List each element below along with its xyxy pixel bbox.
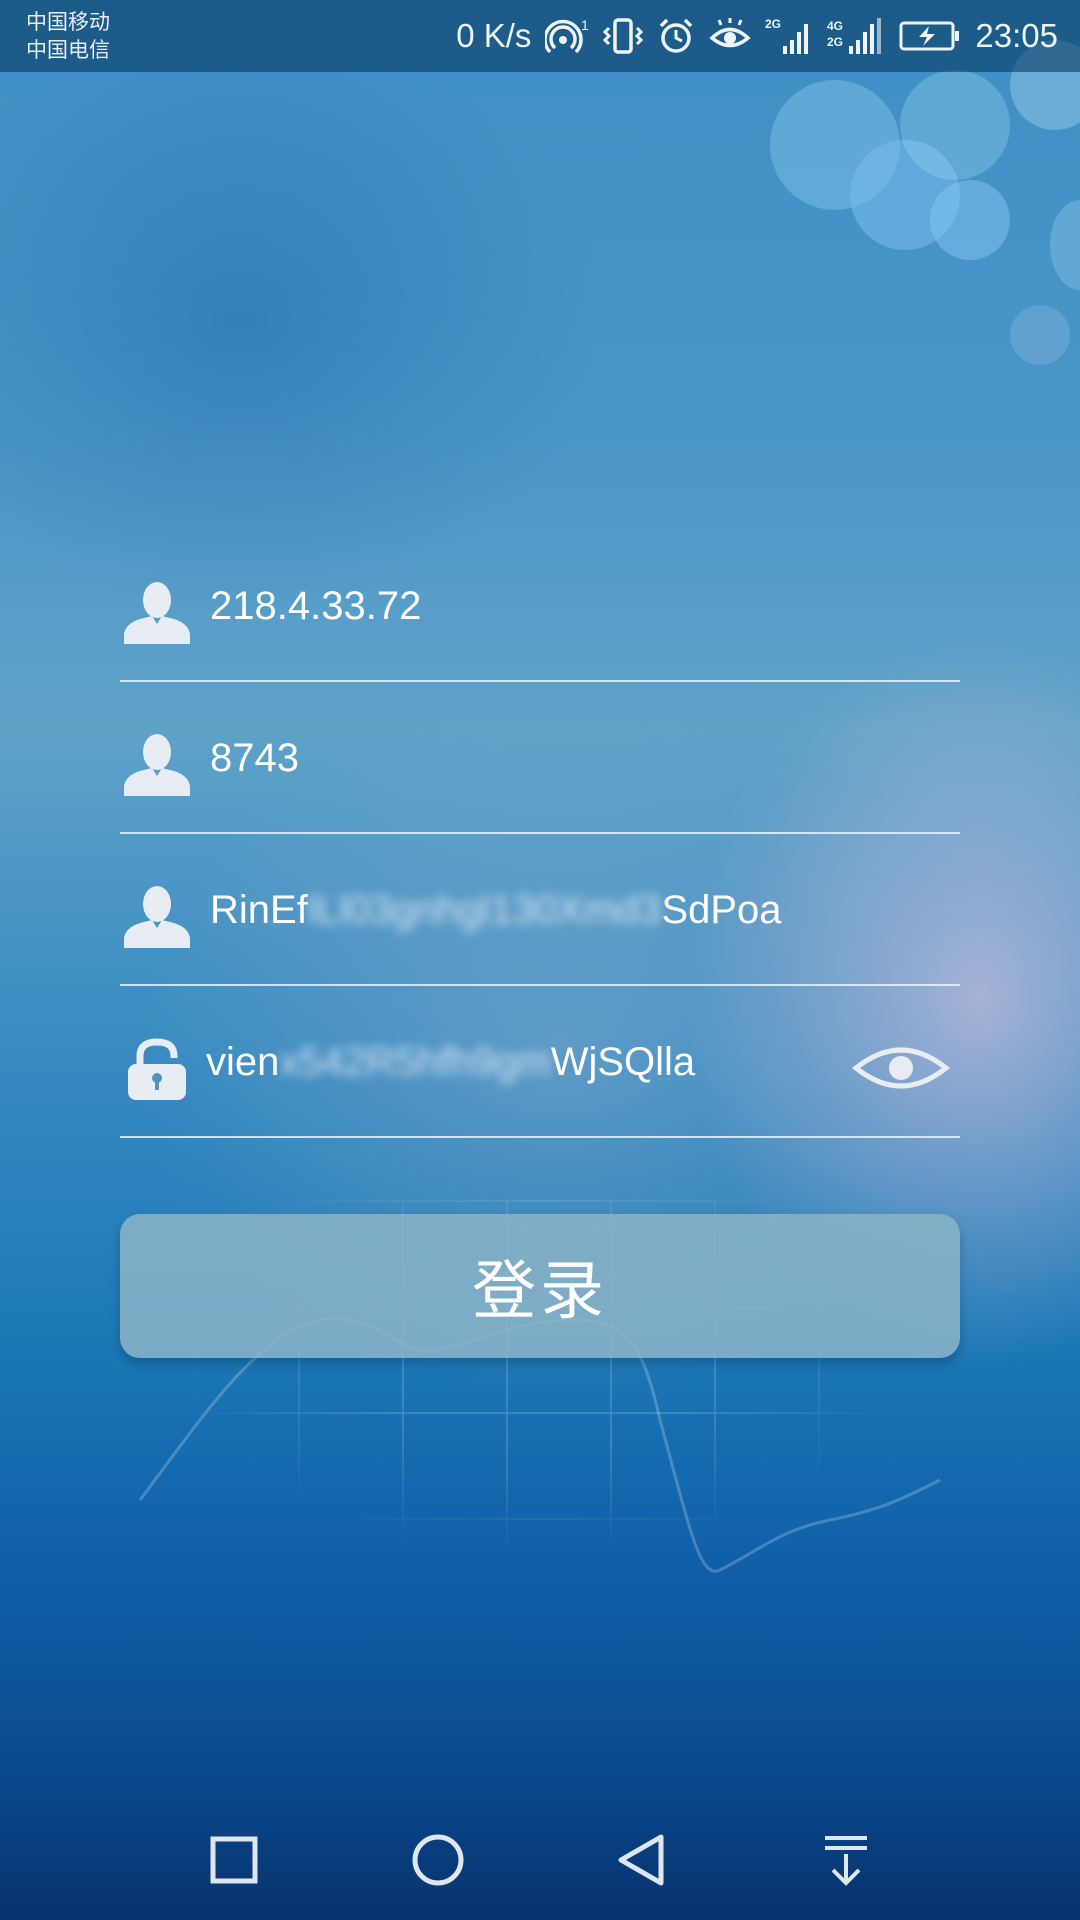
password-field[interactable]: vienx542R5hfh9gmWjSQlla: [120, 986, 960, 1138]
alarm-icon: [657, 17, 695, 55]
status-indicators: 0 K/s 1 2G 4G 2G 23:05: [456, 0, 1058, 72]
username-field[interactable]: RinEflLl03gnhgl130Xmd3SdPoa: [120, 834, 960, 986]
user-icon: [124, 582, 190, 644]
username-suffix: SdPoa: [661, 888, 782, 932]
server-address-input[interactable]: 218.4.33.72: [210, 584, 421, 629]
recent-apps-button[interactable]: [202, 1828, 266, 1892]
status-bar: 中国移动 中国电信 0 K/s 1 2G 4G 2G 23:05: [0, 0, 1080, 72]
password-masked: x542R5hfh9gm: [279, 1040, 551, 1084]
triangle-back-icon: [618, 1834, 664, 1886]
vibrate-icon: [603, 16, 644, 56]
battery-charging-icon: [899, 20, 961, 52]
signal-2g-icon: 2G: [765, 16, 813, 56]
signal-4g-icon: 4G 2G: [827, 16, 885, 56]
eye-comfort-icon: [709, 17, 752, 55]
bokeh-decoration: [1050, 200, 1080, 290]
lock-icon: [128, 1038, 186, 1100]
hotspot-badge: 1: [581, 17, 589, 33]
port-field[interactable]: 8743: [120, 682, 960, 834]
square-icon: [210, 1836, 258, 1884]
signal-4g-label: 4G: [827, 19, 843, 33]
username-prefix: RinEf: [210, 888, 308, 932]
bokeh-decoration: [930, 180, 1010, 260]
bokeh-decoration: [900, 70, 1010, 180]
user-icon: [124, 886, 190, 948]
navigation-bar: [0, 1796, 1080, 1920]
password-suffix: WjSQlla: [550, 1040, 696, 1084]
login-screen: 中国移动 中国电信 0 K/s 1 2G 4G 2G 23:05 218.4.3…: [0, 0, 1080, 1920]
net-speed: 0 K/s: [456, 17, 532, 54]
circle-icon: [412, 1834, 464, 1886]
carrier-info: 中国移动 中国电信: [26, 8, 110, 64]
user-icon: [124, 734, 190, 796]
login-button[interactable]: 登录: [120, 1214, 960, 1358]
username-masked: lLl03gnhgl130Xmd3: [307, 888, 662, 932]
bokeh-decoration: [770, 80, 900, 210]
bokeh-decoration: [850, 140, 960, 250]
username-input[interactable]: RinEflLl03gnhgl130Xmd3SdPoa: [210, 888, 782, 933]
port-input[interactable]: 8743: [210, 736, 299, 781]
signal-2g-label: 2G: [765, 17, 781, 31]
bokeh-decoration: [1010, 305, 1070, 365]
server-address-field[interactable]: 218.4.33.72: [120, 530, 960, 682]
carrier-2-label: 中国电信: [26, 38, 110, 62]
password-prefix: vien: [206, 1040, 280, 1084]
back-button[interactable]: [610, 1828, 674, 1892]
carrier-1-label: 中国移动: [26, 10, 110, 34]
eye-icon[interactable]: [852, 1040, 950, 1096]
hotspot-icon: 1: [545, 16, 589, 56]
home-button[interactable]: [406, 1828, 470, 1892]
notification-shade-button[interactable]: [814, 1828, 878, 1892]
pull-down-icon: [825, 1836, 867, 1886]
signal-2g-b-label: 2G: [827, 35, 843, 49]
password-input[interactable]: vienx542R5hfh9gmWjSQlla: [206, 1040, 695, 1085]
clock: 23:05: [975, 17, 1058, 54]
